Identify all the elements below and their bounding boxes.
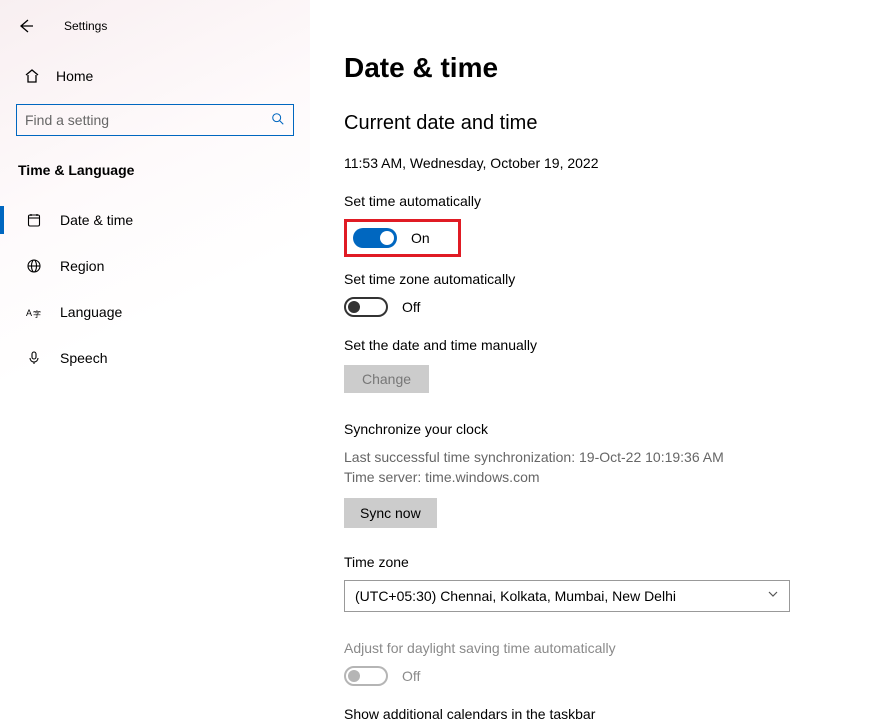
microphone-icon: [26, 350, 42, 366]
set-tz-auto-toggle[interactable]: [344, 297, 388, 317]
sync-section: Synchronize your clock Last successful t…: [344, 421, 890, 528]
taskbar-calendars-label: Show additional calendars in the taskbar: [344, 706, 890, 722]
timezone-select[interactable]: (UTC+05:30) Chennai, Kolkata, Mumbai, Ne…: [344, 580, 790, 612]
sync-heading: Synchronize your clock: [344, 421, 890, 437]
nav-label: Language: [60, 304, 122, 320]
dst-state: Off: [402, 668, 420, 684]
set-time-auto-label: Set time automatically: [344, 193, 890, 209]
set-time-auto-state: On: [411, 230, 430, 246]
main-content: Date & time Current date and time 11:53 …: [310, 0, 890, 722]
search-box[interactable]: [16, 104, 294, 136]
chevron-down-icon: [767, 588, 779, 603]
current-dt-heading: Current date and time: [344, 112, 890, 135]
home-icon: [24, 68, 40, 84]
nav-label: Region: [60, 258, 104, 274]
home-label: Home: [56, 68, 93, 84]
svg-text:字: 字: [33, 309, 41, 319]
language-icon: A字: [26, 304, 42, 320]
set-tz-auto-state: Off: [402, 299, 420, 315]
nav-item-region[interactable]: Region: [0, 246, 310, 286]
dst-toggle: [344, 666, 388, 686]
nav-item-date-time[interactable]: Date & time: [0, 200, 310, 240]
current-datetime-value: 11:53 AM, Wednesday, October 19, 2022: [344, 155, 890, 171]
topbar: Settings: [0, 8, 310, 36]
change-button: Change: [344, 365, 429, 393]
home-nav-item[interactable]: Home: [0, 36, 310, 84]
search-icon: [271, 112, 285, 129]
globe-icon: [26, 258, 42, 274]
set-tz-auto-label: Set time zone automatically: [344, 271, 890, 287]
timezone-label: Time zone: [344, 554, 890, 570]
app-title: Settings: [64, 19, 107, 33]
back-button[interactable]: [16, 16, 36, 36]
nav-label: Speech: [60, 350, 107, 366]
svg-text:A: A: [26, 308, 32, 318]
nav-item-speech[interactable]: Speech: [0, 338, 310, 378]
search-input[interactable]: [25, 112, 265, 128]
timezone-value: (UTC+05:30) Chennai, Kolkata, Mumbai, Ne…: [355, 588, 676, 604]
sidebar-section-title: Time & Language: [0, 136, 310, 178]
page-title: Date & time: [344, 52, 890, 84]
nav-item-language[interactable]: A字 Language: [0, 292, 310, 332]
dst-label: Adjust for daylight saving time automati…: [344, 640, 890, 656]
sidebar-nav: Date & time Region A字 Language Speech: [0, 200, 310, 378]
sync-last: Last successful time synchronization: 19…: [344, 447, 890, 467]
clock-icon: [26, 212, 42, 228]
nav-label: Date & time: [60, 212, 133, 228]
highlight-annotation: On: [344, 219, 461, 257]
set-manual-label: Set the date and time manually: [344, 337, 890, 353]
settings-sidebar: Settings Home Time & Language Date & tim…: [0, 0, 310, 722]
sync-now-button[interactable]: Sync now: [344, 498, 437, 528]
arrow-left-icon: [18, 18, 34, 34]
set-time-auto-toggle[interactable]: [353, 228, 397, 248]
sync-server: Time server: time.windows.com: [344, 467, 890, 487]
